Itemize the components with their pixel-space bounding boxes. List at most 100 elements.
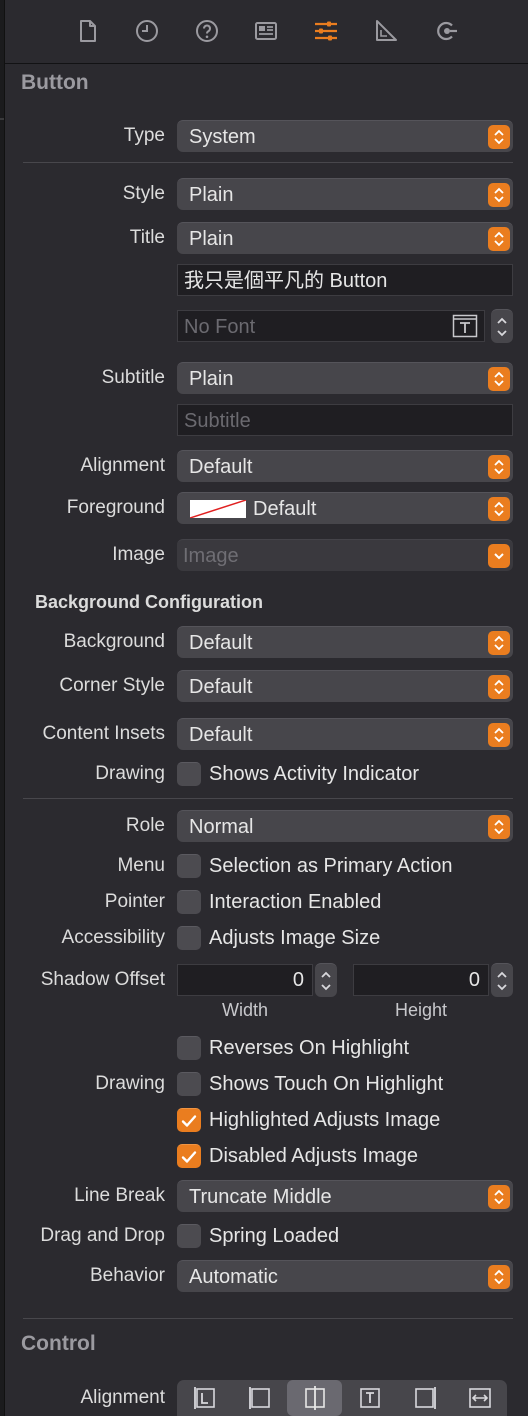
identity-inspector-icon[interactable]	[251, 16, 281, 46]
shadow-height-field[interactable]: 0	[353, 964, 489, 996]
style-label: Style	[122, 183, 165, 204]
style-value: Plain	[189, 184, 234, 206]
checkmark-icon	[181, 1115, 197, 1127]
shows-touch-checkbox[interactable]	[177, 1072, 201, 1096]
title-text-field[interactable]: 我只是個平凡的 Button	[177, 264, 513, 296]
subtitle-label: Subtitle	[101, 367, 165, 388]
behavior-popup[interactable]: Automatic	[177, 1260, 513, 1292]
line-break-value: Truncate Middle	[189, 1186, 332, 1208]
title-text-value: 我只是個平凡的 Button	[184, 270, 388, 292]
file-icon[interactable]	[73, 16, 103, 46]
role-label: Role	[125, 815, 165, 836]
spring-loaded-checkbox[interactable]	[177, 1224, 201, 1248]
alignment-value: Default	[189, 456, 253, 478]
title-label: Title	[129, 227, 165, 248]
popup-arrows-icon	[488, 125, 510, 149]
activity-indicator-label: Shows Activity Indicator	[209, 763, 420, 785]
image-placeholder: Image	[183, 545, 239, 567]
highlighted-adjusts-checkbox[interactable]	[177, 1108, 201, 1132]
foreground-label: Foreground	[66, 497, 165, 518]
subtitle-text-field[interactable]: Subtitle	[177, 404, 513, 436]
background-value: Default	[189, 632, 253, 654]
accessibility-label: Accessibility	[61, 927, 165, 948]
drag-and-drop-label: Drag and Drop	[40, 1225, 165, 1246]
title-popup[interactable]: Plain	[177, 222, 513, 254]
role-value: Normal	[189, 816, 254, 838]
popup-arrows-icon	[488, 1265, 510, 1289]
subtitle-popup[interactable]: Plain	[177, 362, 513, 394]
popup-arrows-icon	[488, 455, 510, 479]
drawing-label-2: Drawing	[95, 1073, 165, 1094]
type-label: Type	[123, 125, 165, 146]
background-configuration-title: Background Configuration	[35, 592, 263, 612]
background-popup[interactable]: Default	[177, 626, 513, 658]
attributes-inspector-panel: Button Type System Style Plain Title Pla…	[4, 0, 528, 1416]
corner-style-popup[interactable]: Default	[177, 670, 513, 702]
corner-style-value: Default	[189, 676, 253, 698]
activity-indicator-checkbox[interactable]	[177, 762, 201, 786]
align-top-icon[interactable]	[342, 1380, 397, 1416]
subtitle-value: Plain	[189, 368, 234, 390]
shows-touch-label: Shows Touch On Highlight	[209, 1073, 444, 1095]
popup-arrows-icon	[488, 815, 510, 839]
type-value: System	[189, 126, 256, 148]
pointer-interaction-label: Interaction Enabled	[209, 891, 382, 913]
popup-arrows-icon	[488, 227, 510, 251]
pointer-interaction-checkbox[interactable]	[177, 890, 201, 914]
popup-arrows-icon	[488, 1185, 510, 1209]
shadow-height-stepper[interactable]	[491, 963, 513, 997]
primary-action-label: Selection as Primary Action	[209, 855, 453, 877]
adjusts-image-size-label: Adjusts Image Size	[209, 927, 381, 949]
line-break-label: Line Break	[74, 1185, 165, 1206]
popup-arrows-icon	[488, 723, 510, 747]
popup-arrows-icon	[488, 183, 510, 207]
connections-inspector-icon[interactable]	[431, 16, 461, 46]
role-popup[interactable]: Normal	[177, 810, 513, 842]
separator	[23, 1318, 513, 1319]
popup-arrows-icon	[488, 367, 510, 391]
alignment-popup[interactable]: Default	[177, 450, 513, 482]
menu-label: Menu	[117, 855, 165, 876]
separator	[23, 162, 513, 163]
foreground-popup[interactable]: Default	[177, 492, 513, 524]
shadow-width-field[interactable]: 0	[177, 964, 313, 996]
reverses-on-highlight-checkbox[interactable]	[177, 1036, 201, 1060]
line-break-popup[interactable]: Truncate Middle	[177, 1180, 513, 1212]
shadow-width-stepper[interactable]	[315, 963, 337, 997]
font-size-stepper[interactable]	[491, 309, 513, 343]
primary-action-checkbox[interactable]	[177, 854, 201, 878]
spring-loaded-label: Spring Loaded	[209, 1225, 340, 1247]
align-right-edge-icon[interactable]	[397, 1380, 452, 1416]
size-inspector-icon[interactable]	[371, 16, 401, 46]
shadow-offset-label: Shadow Offset	[40, 969, 165, 990]
content-insets-value: Default	[189, 724, 253, 746]
highlighted-adjusts-label: Highlighted Adjusts Image	[209, 1109, 441, 1131]
disabled-adjusts-label: Disabled Adjusts Image	[209, 1145, 419, 1167]
font-picker-icon[interactable]	[452, 314, 478, 338]
align-left-edge-icon[interactable]	[232, 1380, 287, 1416]
adjusts-image-size-checkbox[interactable]	[177, 926, 201, 950]
image-combo[interactable]: Image	[177, 539, 513, 571]
font-field[interactable]: No Font	[177, 310, 485, 342]
history-icon[interactable]	[132, 16, 162, 46]
disabled-adjusts-checkbox[interactable]	[177, 1144, 201, 1168]
height-caption: Height	[394, 1000, 448, 1020]
align-center-icon[interactable]	[287, 1380, 342, 1416]
align-leading-icon[interactable]	[177, 1380, 232, 1416]
type-popup[interactable]: System	[177, 120, 513, 152]
style-popup[interactable]: Plain	[177, 178, 513, 210]
content-insets-popup[interactable]: Default	[177, 718, 513, 750]
control-alignment-label: Alignment	[80, 1387, 166, 1408]
section-title-button: Button	[21, 71, 89, 94]
width-caption: Width	[221, 1000, 268, 1020]
background-label: Background	[63, 631, 165, 652]
subtitle-placeholder: Subtitle	[184, 410, 251, 432]
popup-arrows-icon	[488, 497, 510, 521]
reverses-on-highlight-label: Reverses On Highlight	[209, 1037, 410, 1059]
help-icon[interactable]	[192, 16, 222, 46]
control-alignment-segmented	[177, 1380, 507, 1416]
align-fill-icon[interactable]	[452, 1380, 507, 1416]
attributes-inspector-icon[interactable]	[311, 16, 341, 46]
chevron-down-icon[interactable]	[488, 544, 510, 568]
behavior-value: Automatic	[189, 1266, 278, 1288]
